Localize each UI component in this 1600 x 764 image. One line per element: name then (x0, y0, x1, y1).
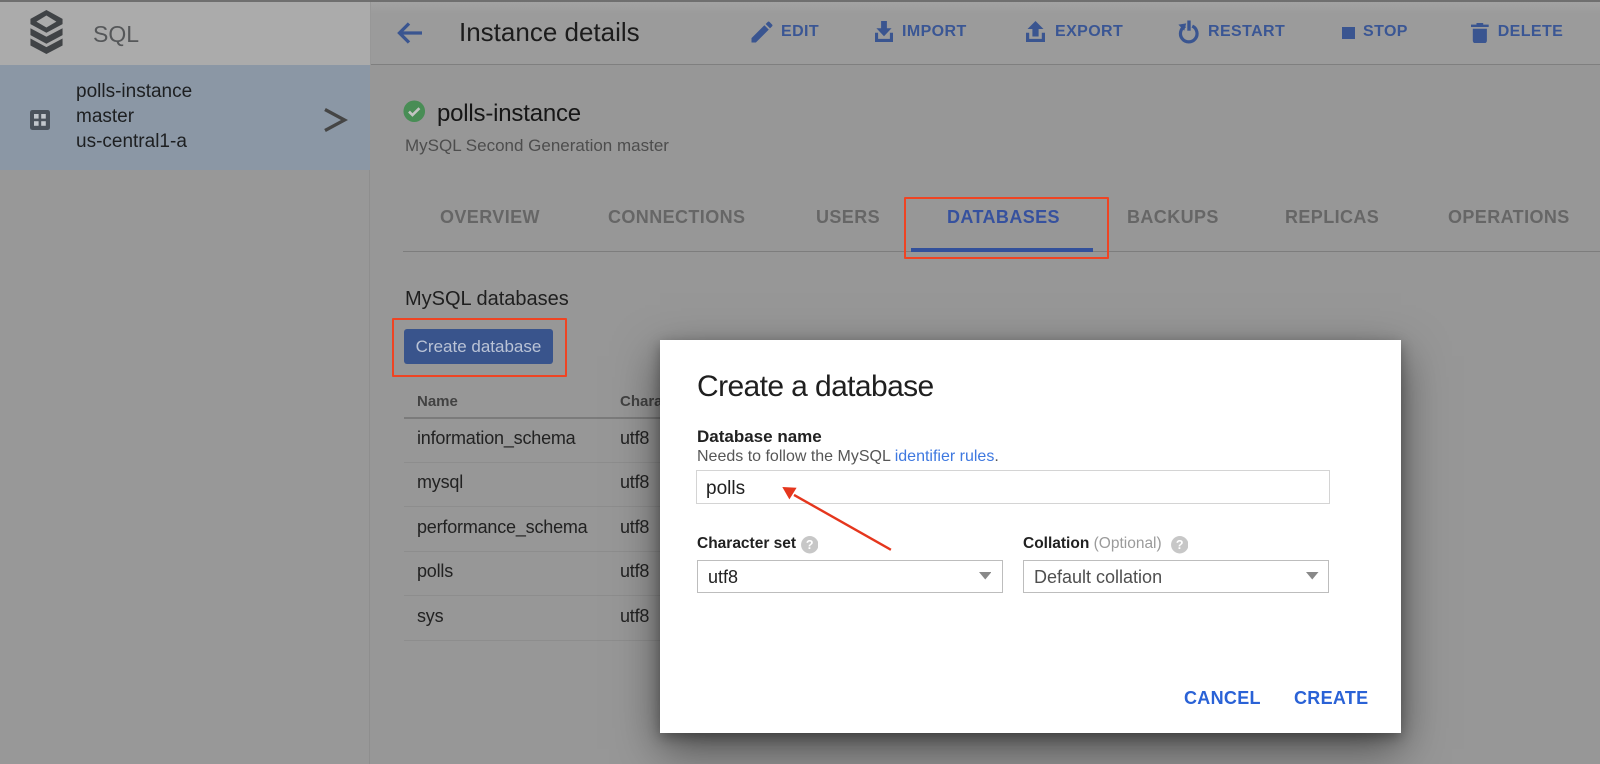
svg-text:?: ? (1175, 538, 1183, 552)
